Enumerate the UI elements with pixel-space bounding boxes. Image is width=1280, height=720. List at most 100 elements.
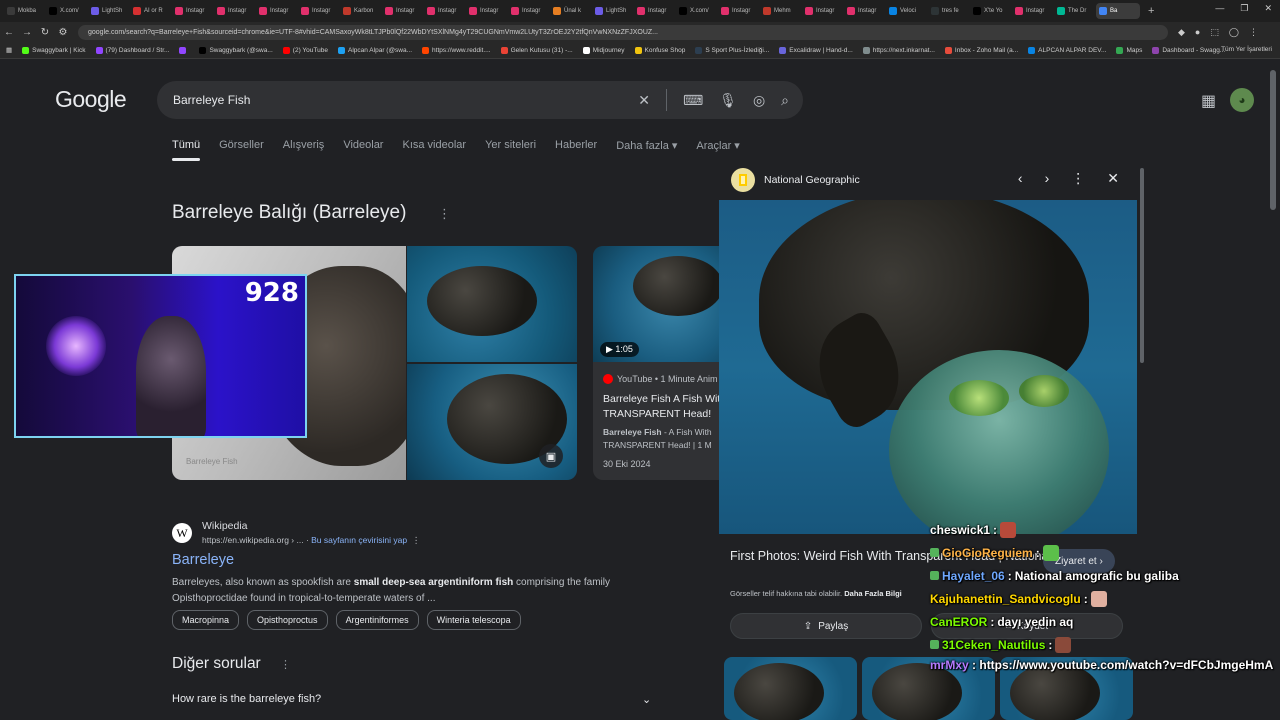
browser-tab[interactable]: Instagr	[172, 3, 212, 19]
more-options-icon[interactable]: ⋮	[438, 206, 451, 222]
microphone-icon[interactable]: 🎙	[719, 92, 737, 109]
browser-tab[interactable]: Veloci	[886, 3, 926, 19]
bookmark-item[interactable]	[179, 46, 189, 54]
browser-tab[interactable]: Instagr	[508, 3, 548, 19]
site-info-icon[interactable]: ⚙	[54, 27, 72, 38]
bookmark-item[interactable]: Dashboard - Swagg...	[1152, 46, 1225, 54]
related-chip[interactable]: Argentiniformes	[335, 610, 419, 630]
wikipedia-icon[interactable]: W	[172, 523, 192, 543]
browser-tab[interactable]: Instagr	[424, 3, 464, 19]
video-card[interactable]: ▶ 1:05 YouTube • 1 Minute Anim Barreleye…	[593, 246, 723, 480]
all-bookmarks[interactable]: Tüm Yer İşaretleri	[1221, 46, 1272, 53]
viewer-scrollbar[interactable]	[1140, 168, 1144, 363]
search-box[interactable]: Barreleye Fish ✕ ⌨ 🎙 ◎ ⌕	[157, 81, 803, 119]
bookmark-item[interactable]: S Sport Plus-İzlediği...	[695, 46, 769, 54]
url-field[interactable]: google.com/search?q=Barreleye+Fish&sourc…	[78, 24, 1168, 40]
national-geographic-logo[interactable]	[731, 168, 755, 192]
search-tab[interactable]: Kısa videolar	[402, 139, 466, 161]
related-chip[interactable]: Opisthoproctus	[247, 610, 328, 630]
browser-tab[interactable]: Instagr	[1012, 3, 1052, 19]
extensions-icon[interactable]: ⬚	[1210, 27, 1219, 38]
close-icon[interactable]: ✕	[1107, 170, 1119, 187]
search-tab[interactable]: Tümü	[172, 139, 201, 161]
browser-tab[interactable]: Instagr	[382, 3, 422, 19]
browser-tab[interactable]: Instagr	[256, 3, 296, 19]
bookmark-item[interactable]: Alpcan Alpar (@swa...	[337, 46, 412, 54]
menu-icon[interactable]: ⋮	[1249, 27, 1258, 38]
browser-tab[interactable]: Instagr	[466, 3, 506, 19]
bookmark-item[interactable]: (2) YouTube	[282, 46, 328, 54]
minimize-icon[interactable]: —	[1215, 3, 1224, 14]
extension-icon[interactable]: ●	[1195, 27, 1200, 38]
result-options-icon[interactable]: ⋮	[412, 535, 421, 545]
forward-icon[interactable]: →	[18, 27, 36, 38]
more-options-icon[interactable]: ⋮	[1071, 170, 1085, 187]
search-tab[interactable]: Videolar	[343, 139, 383, 161]
page-scrollbar[interactable]	[1270, 70, 1276, 210]
browser-tab[interactable]: LightSh	[88, 3, 128, 19]
browser-tab[interactable]: Instagr	[718, 3, 758, 19]
extension-icon[interactable]: ◆	[1178, 27, 1185, 38]
back-icon[interactable]: ←	[0, 27, 18, 38]
viewer-image[interactable]: ◎	[719, 200, 1137, 534]
search-tab[interactable]: Alışveriş	[283, 139, 325, 161]
restore-icon[interactable]: ❐	[1240, 3, 1248, 14]
share-button[interactable]: ⇪ Paylaş	[730, 613, 922, 639]
profile-icon[interactable]: ◯	[1229, 27, 1239, 38]
browser-tab[interactable]: LightSh	[592, 3, 632, 19]
reload-icon[interactable]: ↻	[36, 27, 54, 38]
browser-tab[interactable]: Mokba	[4, 3, 44, 19]
google-apps-icon[interactable]: ▦	[1201, 91, 1216, 111]
bookmark-item[interactable]: Maps	[1116, 46, 1142, 54]
bookmark-item[interactable]: Swaggybark (@swa...	[199, 46, 273, 54]
browser-tab[interactable]: Instagr	[298, 3, 338, 19]
result-site-name[interactable]: Wikipedia	[202, 520, 248, 532]
search-tab[interactable]: Daha fazla ▾	[616, 139, 677, 161]
browser-tab[interactable]: X.com/	[676, 3, 716, 19]
lens-icon[interactable]: ◎	[753, 92, 765, 109]
google-logo[interactable]: Google	[55, 86, 127, 113]
new-tab-icon[interactable]: +	[1148, 5, 1154, 17]
browser-tab[interactable]: Instagr	[802, 3, 842, 19]
apps-shortcut-icon[interactable]: ▦	[6, 46, 12, 54]
search-tab[interactable]: Haberler	[555, 139, 597, 161]
keyboard-icon[interactable]: ⌨	[683, 92, 703, 109]
result-title[interactable]: Barreleye	[172, 552, 234, 568]
browser-tab[interactable]: tres fe	[928, 3, 968, 19]
next-icon[interactable]: ›	[1045, 170, 1050, 187]
chevron-down-icon[interactable]: ⌄	[642, 693, 651, 706]
result-image[interactable]	[407, 246, 577, 362]
browser-tab[interactable]: Mehm	[760, 3, 800, 19]
related-image[interactable]	[724, 657, 857, 720]
browser-tab[interactable]: Ba	[1096, 3, 1140, 19]
browser-tab[interactable]: AI or R	[130, 3, 170, 19]
learn-more-link[interactable]: Daha Fazla Bilgi	[844, 589, 902, 598]
browser-tab[interactable]: Instagr	[634, 3, 674, 19]
bookmark-item[interactable]: Excalidraw | Hand-d...	[779, 46, 853, 54]
browser-tab[interactable]: Karbon	[340, 3, 380, 19]
bookmark-item[interactable]: Midjourney	[582, 46, 625, 54]
question-item[interactable]: How rare is the barreleye fish?	[172, 693, 321, 705]
more-options-icon[interactable]: ⋮	[280, 658, 291, 671]
translate-link[interactable]: Bu sayfanın çevirisini yap	[311, 535, 407, 545]
bookmark-item[interactable]: https://next.inkarnat...	[862, 46, 935, 54]
search-input[interactable]: Barreleye Fish	[173, 93, 638, 107]
related-chip[interactable]: Winteria telescopa	[426, 610, 521, 630]
bookmark-item[interactable]: (79) Dashboard / Str...	[95, 46, 169, 54]
search-icon[interactable]: ⌕	[781, 92, 789, 109]
clear-icon[interactable]: ✕	[638, 92, 650, 109]
search-tab[interactable]: Yer siteleri	[485, 139, 536, 161]
browser-tab[interactable]: Instagr	[214, 3, 254, 19]
result-image[interactable]: ▣	[407, 364, 577, 480]
previous-icon[interactable]: ‹	[1018, 170, 1023, 187]
browser-tab[interactable]: Instagr	[844, 3, 884, 19]
viewer-source[interactable]: National Geographic	[764, 174, 860, 186]
bookmark-item[interactable]: https://www.reddit....	[422, 46, 491, 54]
search-tab[interactable]: Görseller	[219, 139, 264, 161]
browser-tab[interactable]: The Dr	[1054, 3, 1094, 19]
bookmark-item[interactable]: Gelen Kutusu (31) -...	[500, 46, 573, 54]
video-title[interactable]: Barreleye Fish A Fish With TRANSPARENT H…	[603, 392, 723, 422]
browser-tab[interactable]: X.com/	[46, 3, 86, 19]
related-chip[interactable]: Macropinna	[172, 610, 240, 630]
bookmark-item[interactable]: Swaggybark | Kick	[22, 46, 86, 54]
